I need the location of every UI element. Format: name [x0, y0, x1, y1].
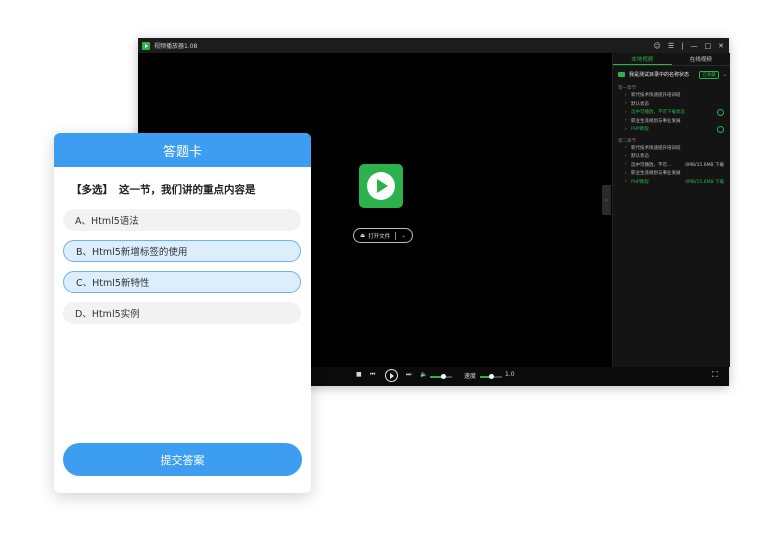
list-item-label: 默认状态: [631, 101, 649, 107]
option-c[interactable]: C、Html5新特性: [63, 271, 301, 293]
list-item-label: 职业生涯规划与事业发展: [631, 118, 681, 124]
list-item[interactable]: › 选中可播放，不可下载状态: [613, 108, 730, 117]
user-icon[interactable]: ☺: [654, 42, 661, 50]
tab-local-video[interactable]: 本地视频: [613, 53, 672, 65]
list-item[interactable]: › 新代技术快速提升培训班: [613, 91, 730, 100]
list-item[interactable]: › 新代技术快速提升培训班: [613, 144, 730, 153]
panel-tabs: 本地视频 在线视频: [613, 53, 730, 66]
chevron-down-icon[interactable]: ⌄: [723, 72, 727, 78]
close-icon[interactable]: ✕: [718, 42, 724, 50]
list-item[interactable]: › PHP教程 0MB/15.6MB 下载: [613, 178, 730, 187]
list-item-label: 新代技术快速提升培训班: [631, 145, 681, 151]
app-title: 视频播放器1.08: [154, 43, 198, 50]
question-text: 这一节，我们讲的重点内容是: [119, 184, 256, 196]
list-item-label: 职业生涯规划与事业发展: [631, 171, 681, 177]
previous-icon[interactable]: ⏮: [370, 371, 375, 379]
question-type-tag: 【多选】: [71, 184, 113, 196]
fullscreen-icon[interactable]: ⛶: [712, 370, 718, 380]
volume-slider[interactable]: [430, 374, 452, 379]
list-item[interactable]: › 默认状态: [613, 100, 730, 109]
submit-answer-button[interactable]: 提交答案: [63, 443, 302, 476]
option-a[interactable]: A、Html5语法: [63, 209, 301, 231]
play-button[interactable]: [385, 369, 398, 382]
folder-row[interactable]: 我是测试目录中的名称状态 已收藏 ⌄: [613, 68, 730, 81]
speed-label: 速度: [464, 373, 477, 380]
download-icon[interactable]: [717, 108, 724, 116]
speed-value: 1.0: [505, 371, 515, 378]
list-item[interactable]: › 职业生涯规划与事业发展: [613, 169, 730, 178]
question: 【多选】 这一节，我们讲的重点内容是: [71, 182, 256, 197]
list-item[interactable]: › 默认状态: [613, 152, 730, 161]
status-badge: 已收藏: [699, 70, 719, 79]
list-item-label: 默认状态: [631, 154, 649, 160]
next-icon[interactable]: ⏭: [406, 371, 411, 379]
chevron-down-icon[interactable]: ⌄: [401, 233, 406, 239]
speed-slider[interactable]: [480, 374, 502, 379]
menu-icon[interactable]: ☰: [668, 42, 674, 50]
list-item-label: PHP教程: [631, 179, 649, 185]
download-icon[interactable]: [717, 125, 724, 133]
folder-icon: [618, 72, 625, 77]
list-item-label: PHP教程: [631, 127, 649, 133]
folder-upload-icon: ⏏: [360, 232, 366, 239]
collapse-panel-button[interactable]: ‹: [602, 185, 611, 215]
list-item[interactable]: › PHP教程: [613, 125, 730, 134]
divider: |: [681, 41, 684, 50]
title-bar: 视频播放器1.08 ☺ ☰ | — □ ✕: [138, 38, 729, 53]
open-file-label: 打开文件: [368, 233, 391, 240]
app-logo-icon: [142, 41, 150, 50]
answer-card: 答题卡 【多选】 这一节，我们讲的重点内容是 A、Html5语法 B、Html5新…: [54, 133, 311, 493]
tab-online-video[interactable]: 在线视频: [672, 53, 731, 65]
playlist-panel: 本地视频 在线视频 我是测试目录中的名称状态 已收藏 ⌄ 第一章节 › 新代技术快速…: [612, 53, 730, 367]
option-d[interactable]: D、Html5实例: [63, 302, 301, 324]
separator: [395, 231, 397, 240]
list-item-label: 选中可播放，不可…: [631, 162, 672, 168]
list-item-label: 新代技术快速提升培训班: [631, 93, 681, 99]
list-item[interactable]: › 职业生涯规划与事业发展: [613, 117, 730, 126]
list-item-label: 选中可播放，不可下载状态: [631, 110, 685, 116]
maximize-icon[interactable]: □: [705, 42, 712, 50]
download-progress[interactable]: 0MB/15.6MB 下载: [685, 179, 724, 185]
player-logo-icon: [359, 164, 403, 208]
list-item[interactable]: › 选中可播放，不可… 0MB/15.6MB 下载: [613, 161, 730, 170]
download-progress[interactable]: 0MB/15.6MB 下载: [685, 162, 724, 168]
volume-icon[interactable]: 🔈: [420, 371, 427, 378]
minimize-icon[interactable]: —: [691, 42, 698, 50]
card-title: 答题卡: [54, 133, 311, 167]
chapter-list: 第一章节 › 新代技术快速提升培训班 › 默认状态 › 选中可播放，不可下载状态 › 职业生涯规…: [613, 85, 730, 186]
folder-name: 我是测试目录中的名称状态: [629, 72, 690, 78]
open-file-button[interactable]: ⏏ 打开文件 ⌄: [353, 228, 413, 243]
option-b[interactable]: B、Html5新增标签的使用: [63, 240, 301, 262]
window-controls: ☺ ☰ | — □ ✕: [654, 42, 724, 50]
stop-icon[interactable]: ■: [356, 371, 362, 378]
